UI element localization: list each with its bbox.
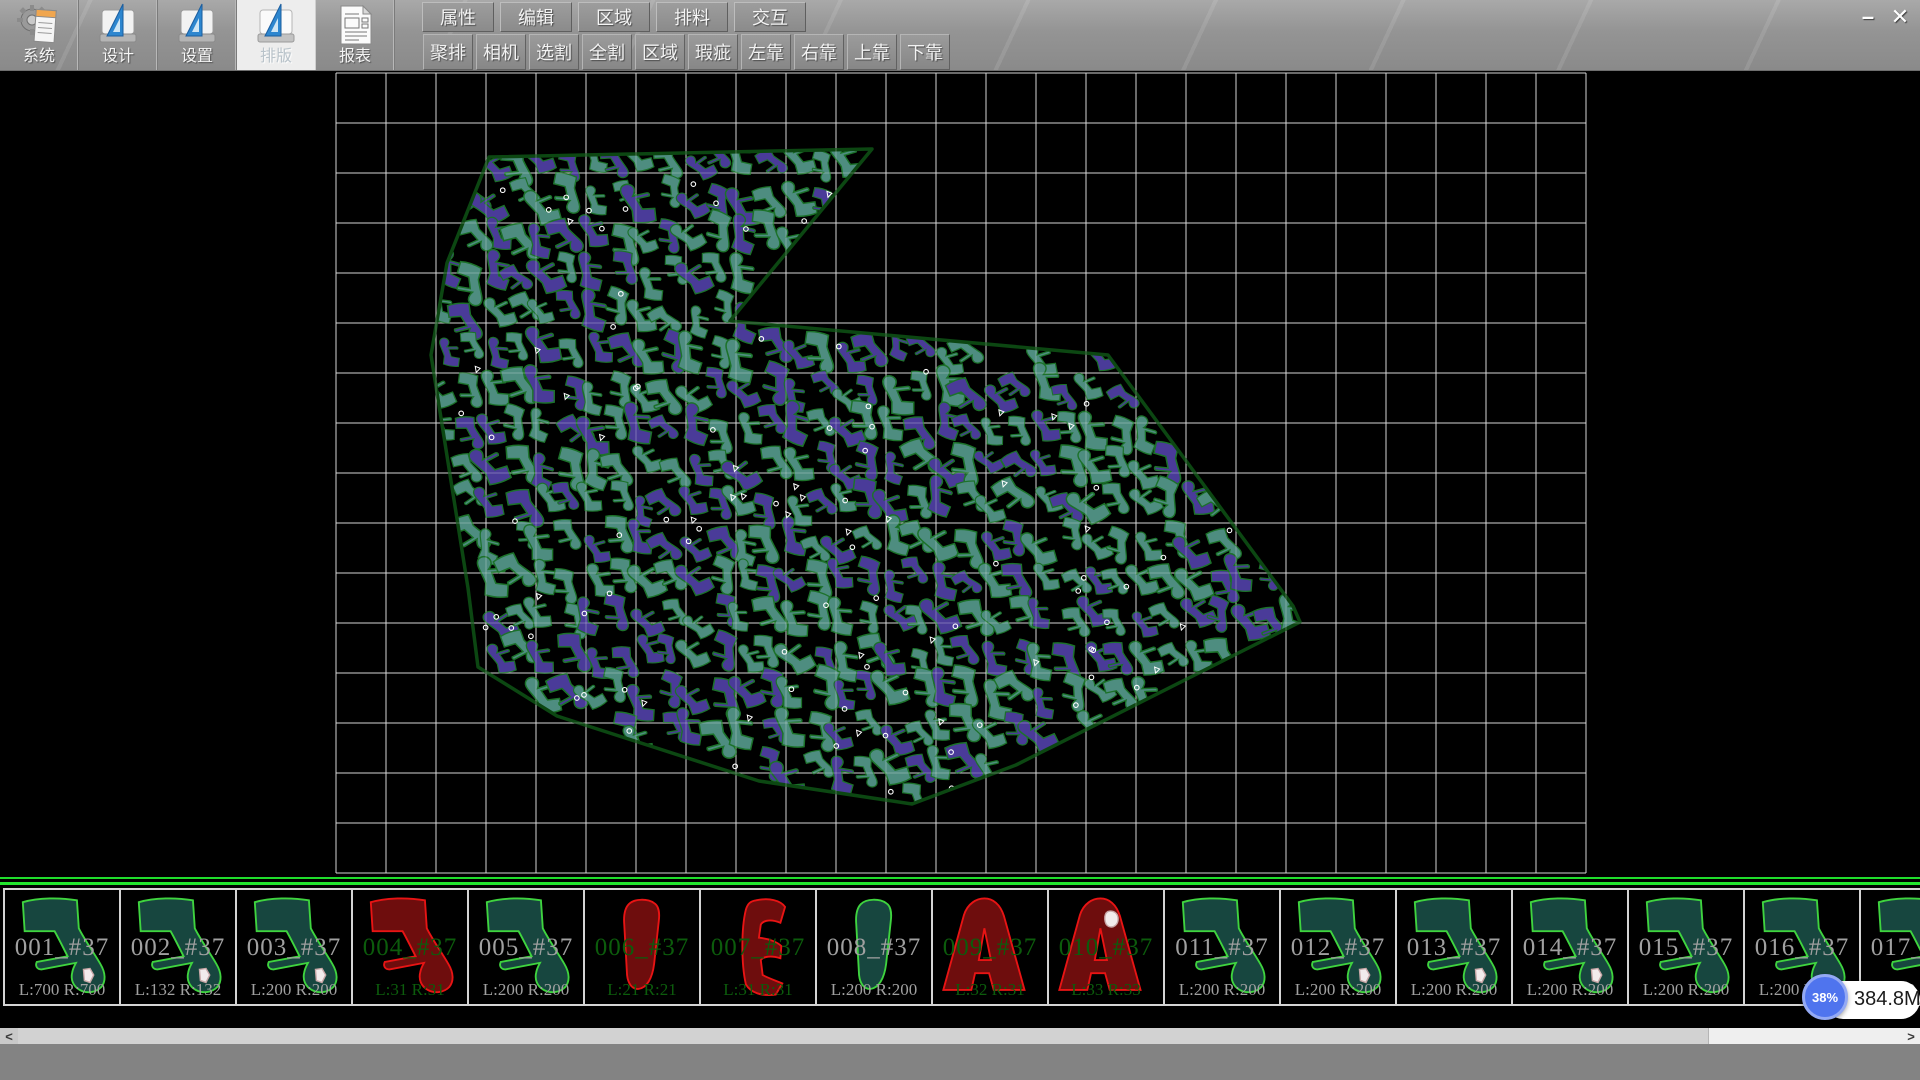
piece-shape-boot bbox=[1514, 891, 1626, 1003]
piece-shape-column bbox=[818, 891, 930, 1003]
thumbnail-cell[interactable]: 014_#37L:200 R:200 bbox=[1511, 888, 1629, 1006]
strip-divider-line bbox=[0, 877, 1920, 879]
status-bar bbox=[0, 1044, 1920, 1080]
piece-shape-boot bbox=[354, 891, 466, 1003]
badge-percent-circle: 38% bbox=[1802, 974, 1848, 1020]
launcher-bar: 系统 设计 bbox=[0, 0, 395, 70]
piece-thumbnails: 001_#37L:700 R:700002_#37L:132 R:132003_… bbox=[3, 888, 1920, 1006]
piece-shape-boot bbox=[238, 891, 350, 1003]
launcher-item-label: 报表 bbox=[339, 48, 371, 66]
tool-button-3[interactable]: 全割 bbox=[582, 34, 632, 70]
thumbnail-cell[interactable]: 006_#37L:21 R:21 bbox=[583, 888, 701, 1006]
set-square-icon bbox=[254, 2, 298, 48]
badge-percent-text: 38% bbox=[1812, 990, 1838, 1005]
piece-shape-boot bbox=[1166, 891, 1278, 1003]
tool-button-0[interactable]: 聚排 bbox=[423, 34, 473, 70]
scroll-right-icon[interactable]: > bbox=[1902, 1028, 1920, 1044]
piece-strip: 001_#37L:700 R:700002_#37L:132 R:132003_… bbox=[0, 876, 1920, 1008]
piece-shape-cshape bbox=[702, 891, 814, 1003]
launcher-item-label: 系统 bbox=[23, 48, 55, 66]
thumbnail-cell[interactable]: 004_#37L:31 R:31 bbox=[351, 888, 469, 1006]
piece-shape-boot bbox=[6, 891, 118, 1003]
badge-size-text: 384.8M bbox=[1854, 988, 1920, 1011]
thumbnail-cell[interactable]: 010_#37L:33 R:33 bbox=[1047, 888, 1165, 1006]
strip-divider-line bbox=[0, 882, 1920, 885]
close-button[interactable]: ✕ bbox=[1886, 4, 1914, 30]
piece-shape-boot bbox=[1282, 891, 1394, 1003]
tool-button-4[interactable]: 区域 bbox=[635, 34, 685, 70]
tool-button-6[interactable]: 左靠 bbox=[741, 34, 791, 70]
tool-button-1[interactable]: 相机 bbox=[476, 34, 526, 70]
tool-bar: 聚排相机选割全割区域瑕疵左靠右靠上靠下靠 bbox=[423, 34, 950, 70]
tool-button-9[interactable]: 下靠 bbox=[900, 34, 950, 70]
piece-shape-boot bbox=[1630, 891, 1742, 1003]
minimize-button[interactable]: – bbox=[1854, 4, 1882, 30]
tool-button-8[interactable]: 上靠 bbox=[847, 34, 897, 70]
tool-button-2[interactable]: 选割 bbox=[529, 34, 579, 70]
piece-shape-ashape bbox=[934, 891, 1046, 1003]
gear-notepad-icon bbox=[17, 2, 61, 48]
thumbnail-cell[interactable]: 015_#37L:200 R:200 bbox=[1627, 888, 1745, 1006]
launcher-item-settings[interactable]: 设置 bbox=[158, 0, 237, 70]
launcher-item-system[interactable]: 系统 bbox=[0, 0, 79, 70]
scroll-left-icon[interactable]: < bbox=[0, 1028, 18, 1044]
launcher-item-report[interactable]: 报表 bbox=[316, 0, 395, 70]
window-controls: – ✕ bbox=[1854, 4, 1914, 30]
thumbnail-cell[interactable]: 005_#37L:200 R:200 bbox=[467, 888, 585, 1006]
thumbnail-cell[interactable]: 009_#37L:32 R:31 bbox=[931, 888, 1049, 1006]
piece-shape-column bbox=[586, 891, 698, 1003]
thumbnail-cell[interactable]: 013_#37L:200 R:200 bbox=[1395, 888, 1513, 1006]
menu-item-0[interactable]: 属性 bbox=[422, 2, 494, 32]
menu-item-3[interactable]: 排料 bbox=[656, 2, 728, 32]
menu-item-1[interactable]: 编辑 bbox=[500, 2, 572, 32]
set-square-icon bbox=[175, 2, 219, 48]
launcher-item-label: 排版 bbox=[260, 48, 292, 66]
progress-badge[interactable]: 384.8M 38% bbox=[1802, 974, 1920, 1026]
menu-item-2[interactable]: 区域 bbox=[578, 2, 650, 32]
thumbnail-cell[interactable]: 007_#37L:31 R:31 bbox=[699, 888, 817, 1006]
thumbnail-cell[interactable]: 008_#37L:200 R:200 bbox=[815, 888, 933, 1006]
thumbnail-cell[interactable]: 012_#37L:200 R:200 bbox=[1279, 888, 1397, 1006]
strip-scrollbar[interactable]: < > bbox=[0, 1028, 1920, 1044]
thumbnail-cell[interactable]: 001_#37L:700 R:700 bbox=[3, 888, 121, 1006]
launcher-item-label: 设置 bbox=[181, 48, 213, 66]
application-window: 系统 设计 bbox=[0, 0, 1920, 1080]
piece-shape-boot bbox=[1398, 891, 1510, 1003]
menu-bar: 属性编辑区域排料交互 bbox=[422, 2, 806, 32]
piece-shape-boot bbox=[122, 891, 234, 1003]
tool-button-5[interactable]: 瑕疵 bbox=[688, 34, 738, 70]
launcher-item-design[interactable]: 设计 bbox=[79, 0, 158, 70]
scrollbar-thumb[interactable] bbox=[18, 1028, 1709, 1044]
launcher-item-label: 设计 bbox=[102, 48, 134, 66]
menu-item-4[interactable]: 交互 bbox=[734, 2, 806, 32]
thumbnail-cell[interactable]: 002_#37L:132 R:132 bbox=[119, 888, 237, 1006]
piece-shape-boot bbox=[470, 891, 582, 1003]
thumbnail-cell[interactable]: 011_#37L:200 R:200 bbox=[1163, 888, 1281, 1006]
titlebar: 系统 设计 bbox=[0, 0, 1920, 71]
launcher-item-layout[interactable]: 排版 bbox=[237, 0, 316, 70]
thumbnail-cell[interactable]: 003_#37L:200 R:200 bbox=[235, 888, 353, 1006]
set-square-icon bbox=[96, 2, 140, 48]
piece-shape-ashape bbox=[1050, 891, 1162, 1003]
report-doc-icon bbox=[333, 2, 377, 48]
tool-button-7[interactable]: 右靠 bbox=[794, 34, 844, 70]
